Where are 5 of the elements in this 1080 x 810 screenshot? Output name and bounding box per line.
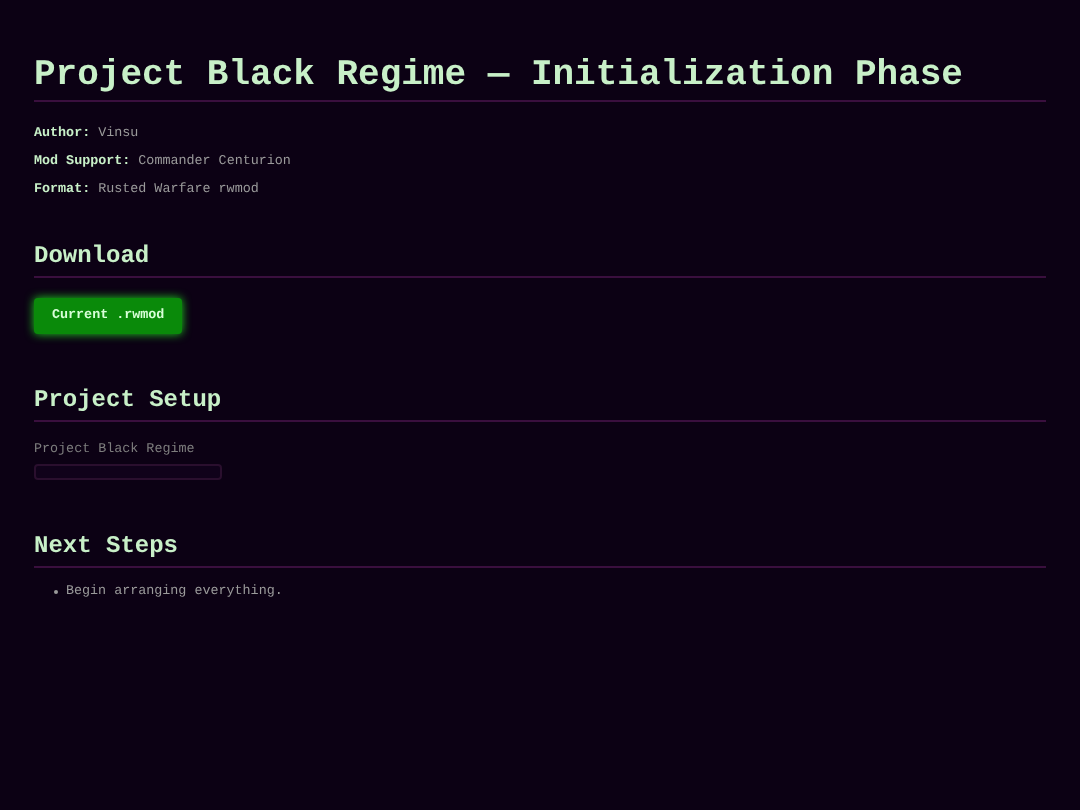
section-heading: Next Steps <box>34 532 179 560</box>
page-title: Project Black Regime — Initialization Phase <box>34 56 963 96</box>
input-field[interactable] <box>34 464 222 480</box>
section-heading: Project Setup <box>34 386 222 414</box>
section-heading: Download <box>34 242 150 270</box>
